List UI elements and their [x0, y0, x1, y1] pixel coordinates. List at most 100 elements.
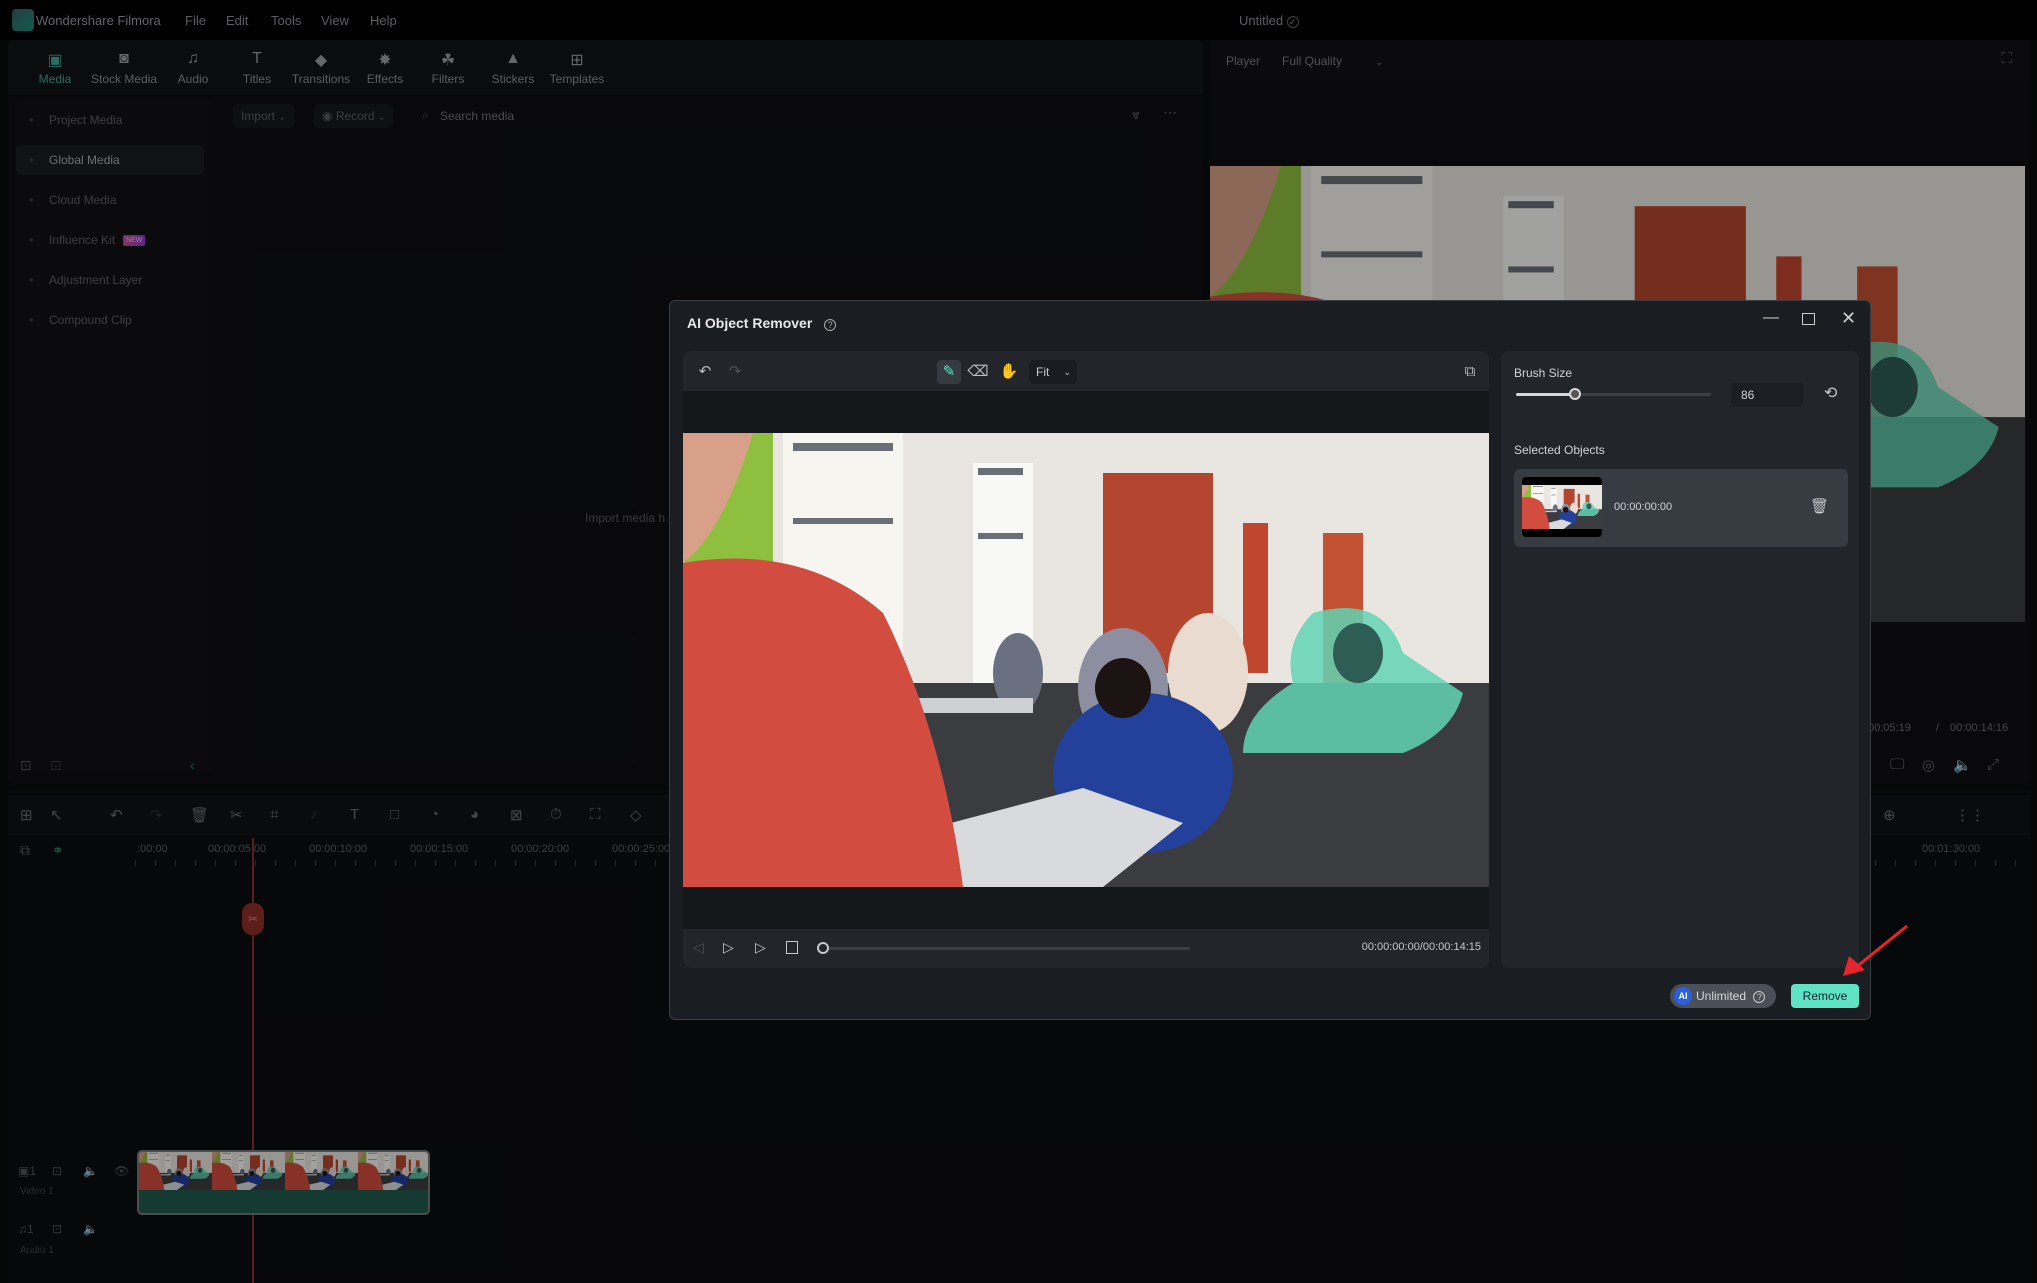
stop-icon[interactable] [786, 941, 798, 954]
redo-icon[interactable]: ↷ [150, 806, 163, 824]
layout-icon[interactable]: ⊞ [20, 806, 33, 824]
volume-icon[interactable]: 🔈 [83, 1222, 98, 1236]
ruler-tick-label: 00:00:10:00 [309, 843, 368, 855]
fullscreen-icon[interactable]: ⤢ [1987, 756, 1999, 773]
playback-bar: ◁ ▷ ▷ 00:00:00:00/00:00:14:15 [683, 929, 1489, 968]
auto-reframe-icon[interactable]: ⛶ [590, 806, 601, 823]
help-icon[interactable]: ? [824, 319, 837, 331]
timer-icon[interactable]: ⏱ [550, 806, 562, 823]
preview-toggle-icon[interactable]: ⧉ [1458, 360, 1482, 384]
tab-label: Templates [549, 72, 605, 86]
menu-tools[interactable]: Tools [271, 13, 301, 28]
tab-stock-media[interactable]: ◙ Stock Media [84, 50, 164, 86]
zoom-select[interactable]: Fit ⌄ [1029, 360, 1077, 384]
brush-size-slider[interactable] [1516, 388, 1711, 400]
volume-icon[interactable]: 🔈 [83, 1164, 98, 1178]
menu-view[interactable]: View [321, 13, 349, 28]
seek-slider[interactable] [817, 942, 1190, 954]
tab-media[interactable]: ▣ Media [15, 50, 95, 86]
chevron-down-icon: ⌄ [278, 112, 286, 122]
maximize-icon[interactable] [1802, 313, 1815, 325]
add-track-layer-icon[interactable]: ⧉ [20, 842, 30, 859]
delete-icon[interactable]: 🗑 [190, 806, 209, 824]
editor-canvas: ↶ ↷ ✎ ⌫ ✋ Fit ⌄ ⧉ ◁ ▷ ▷ 00:00:00:00/00:00… [683, 351, 1489, 968]
ruler-tick-label: 00:00:20:00 [511, 843, 570, 855]
brush-size-handle[interactable] [1568, 388, 1581, 400]
sidebar-item-compound-clip[interactable]: Compound Clip [16, 305, 204, 335]
add-track-icon[interactable]: ⊕ [1883, 806, 1896, 824]
zoom-level-icon[interactable]: ⋮⋮ [1955, 806, 1985, 824]
play-icon[interactable]: ▷ [755, 939, 766, 956]
ruler-tick-label: 00:00:25:00 [612, 843, 671, 855]
close-icon[interactable]: ✕ [1841, 308, 1856, 329]
ruler-tick-label: 00:01:30:00 [1922, 843, 1981, 855]
sidebar-item-influence-kit[interactable]: Influence Kit NEW [16, 225, 204, 255]
audio-split-icon[interactable]: ♪ [310, 806, 318, 823]
selected-object-item[interactable]: 00:00:00:00 🗑 [1514, 469, 1848, 547]
import-button[interactable]: Import ⌄ [233, 104, 294, 128]
sidebar-item-label: Adjustment Layer [49, 273, 143, 287]
brush-add-icon[interactable]: ✎ [937, 360, 961, 384]
redo-icon[interactable]: ↷ [723, 360, 747, 384]
filmora-logo-icon [12, 9, 34, 31]
text-icon[interactable]: T [350, 806, 359, 823]
select-arrow-icon[interactable]: ↖ [50, 806, 63, 824]
lock-folder-icon[interactable]: ⊡ [52, 1164, 62, 1178]
filter-icon[interactable]: ⩔ [1132, 106, 1140, 123]
green-screen-icon[interactable]: ⊠ [510, 806, 523, 824]
menu-file[interactable]: File [185, 13, 206, 28]
shape-icon[interactable]: □ [390, 806, 399, 823]
search-input[interactable] [440, 104, 740, 128]
undo-icon[interactable]: ↶ [693, 360, 717, 384]
new-folder-icon[interactable]: ⊡ [20, 757, 32, 774]
remove-button[interactable]: Remove [1791, 984, 1859, 1008]
eraser-icon[interactable]: ⌫ [966, 360, 990, 384]
menu-edit[interactable]: Edit [226, 13, 248, 28]
scissors-icon[interactable]: ✂ [230, 806, 243, 824]
sidebar-item-global-media[interactable]: Global Media [16, 145, 204, 175]
folder-icon[interactable]: ⊡ [50, 757, 62, 774]
menu-help[interactable]: Help [370, 13, 397, 28]
link-icon[interactable]: ⚭ [52, 842, 64, 859]
waveform-scope-icon[interactable]: ⛶ [2001, 50, 2012, 67]
record-label: Record [335, 109, 375, 123]
tab-label: Titles [242, 72, 272, 86]
display-icon[interactable]: 🖵 [1890, 756, 1904, 773]
color-palette-icon[interactable]: ◕ [470, 806, 479, 823]
reset-icon[interactable]: ⟲ [1824, 383, 1837, 403]
eye-icon[interactable]: 👁 [114, 1164, 129, 1178]
timecode: 00:00:00:00/00:00:14:15 [1361, 941, 1481, 953]
video-clip[interactable] [137, 1150, 430, 1215]
speed-icon[interactable]: ◔ [430, 806, 439, 823]
track-label: Audio 1 [20, 1245, 54, 1256]
record-button[interactable]: ◉ Record ⌄ [314, 104, 394, 128]
sidebar-item-adjustment-layer[interactable]: Adjustment Layer [16, 265, 204, 295]
quality-select[interactable]: Full Quality ⌄ [1282, 54, 1383, 68]
video-frame-with-mask[interactable] [683, 433, 1489, 887]
import-media-hint: Import media h [585, 511, 666, 525]
app-title: Wondershare Filmora [36, 13, 161, 28]
playhead-scissors-handle[interactable]: ✂ [242, 903, 264, 935]
previous-frame-icon[interactable]: ◁ [693, 939, 704, 956]
collapse-sidebar-icon[interactable]: ‹ [190, 757, 195, 773]
snapshot-camera-icon[interactable]: ◎ [1922, 756, 1935, 774]
sidebar-item-project-media[interactable]: Project Media [16, 105, 204, 135]
unlimited-credits-badge[interactable]: AI Unlimited ? [1670, 984, 1776, 1008]
minimize-icon[interactable]: — [1763, 309, 1779, 327]
sidebar-item-cloud-media[interactable]: Cloud Media [16, 185, 204, 215]
more-icon[interactable]: ⋯ [1163, 104, 1177, 121]
seek-handle[interactable] [817, 942, 829, 954]
crop-icon[interactable]: ⌗ [270, 806, 278, 823]
video-track-icon: ▣1 [18, 1164, 37, 1178]
hand-pan-icon[interactable]: ✋ [997, 360, 1021, 384]
undo-icon[interactable]: ↶ [110, 806, 123, 824]
volume-icon[interactable]: 🔈 [1953, 756, 1972, 774]
tab-templates[interactable]: ⊞ Templates [537, 50, 617, 86]
help-icon[interactable]: ? [1753, 991, 1766, 1003]
lock-folder-icon[interactable]: ⊡ [52, 1222, 62, 1236]
keyframe-icon[interactable]: ◇ [630, 806, 642, 824]
delete-trash-icon[interactable]: 🗑 [1810, 497, 1829, 515]
brush-size-input[interactable]: 86 [1731, 383, 1803, 407]
next-frame-icon[interactable]: ▷ [723, 939, 734, 956]
chevron-down-icon: ⌄ [377, 112, 386, 122]
